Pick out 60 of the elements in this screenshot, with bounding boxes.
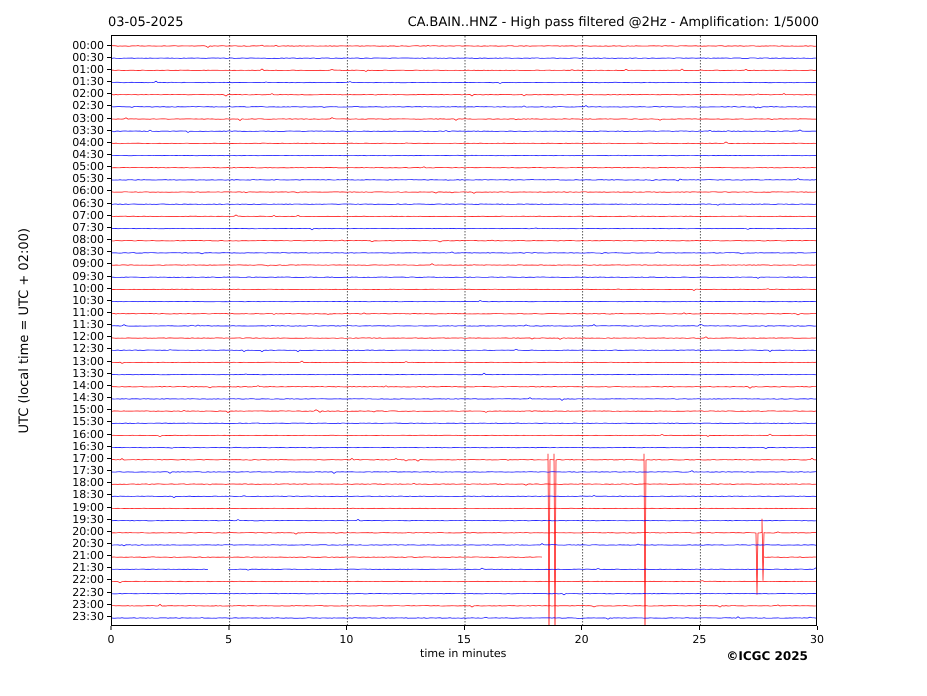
y-tick-label: 01:30: [72, 76, 104, 88]
y-tick-label: 15:00: [72, 404, 104, 416]
y-tick-label: 19:30: [72, 514, 104, 525]
y-tick-label: 20:00: [72, 526, 104, 537]
y-tick-label: 17:30: [72, 465, 104, 476]
y-tick-label: 00:00: [72, 40, 104, 51]
copyright-text: ©ICGC 2025: [726, 650, 808, 662]
y-tick-label: 12:30: [72, 343, 104, 354]
x-tick-label: 30: [810, 634, 824, 645]
x-tick-label: 15: [457, 634, 471, 645]
y-tick-label: 03:30: [72, 124, 104, 136]
y-tick-label: 14:30: [72, 392, 104, 404]
y-tick-label: 12:00: [72, 331, 104, 342]
y-tick-label: 13:00: [72, 356, 104, 367]
y-tick-label: 09:00: [72, 258, 104, 270]
x-axis-label: time in minutes: [420, 648, 506, 659]
y-tick-label: 08:00: [72, 234, 104, 246]
y-tick-label: 20:30: [72, 538, 104, 549]
x-tick-label: 10: [339, 634, 354, 645]
y-tick-label: 06:30: [72, 198, 104, 209]
y-tick-label: 18:00: [72, 477, 104, 488]
y-tick-label: 07:00: [72, 210, 104, 221]
y-tick-label: 02:30: [72, 100, 104, 112]
y-tick-label: 21:00: [72, 550, 104, 562]
y-tick-label: 07:30: [72, 222, 104, 233]
y-tick-label: 05:30: [72, 173, 104, 184]
y-tick-label: 14:00: [72, 380, 104, 391]
y-tick-label: 23:00: [72, 598, 104, 610]
y-tick-label: 02:00: [72, 88, 104, 100]
y-tick-label: 11:30: [72, 319, 104, 330]
x-tick-label: 5: [225, 634, 232, 645]
y-tick-label: 03:00: [72, 112, 104, 124]
y-tick-label: 22:00: [72, 574, 104, 586]
x-tick-label: 0: [108, 634, 114, 645]
y-tick-label: 06:00: [72, 185, 104, 196]
x-tick-label: 20: [574, 634, 589, 645]
chart-title: CA.BAIN..HNZ - High pass filtered @2Hz - Amplification: 1/5000: [408, 16, 819, 29]
y-tick-label: 08:30: [72, 246, 104, 258]
y-tick-label: 10:00: [72, 282, 104, 294]
y-tick-label: 10:30: [72, 294, 104, 306]
y-tick-label: 13:30: [72, 368, 104, 379]
y-tick-label: 15:30: [72, 416, 104, 428]
y-tick-label: 16:30: [72, 440, 104, 452]
y-axis-label: UTC (local time = UTC + 02:00): [16, 228, 34, 434]
y-tick-label: 21:30: [72, 562, 104, 574]
y-tick-label: 01:00: [72, 64, 104, 75]
y-tick-label: 09:30: [72, 270, 104, 282]
y-tick-label: 18:30: [72, 489, 104, 500]
date-title: 03-05-2025: [108, 16, 184, 29]
y-tick-label: 05:00: [72, 161, 104, 172]
y-tick-label: 23:30: [72, 610, 104, 622]
y-tick-label: 00:30: [72, 52, 104, 63]
y-tick-label: 19:00: [72, 502, 104, 513]
y-tick-label: 04:00: [72, 136, 104, 148]
x-tick-label: 25: [692, 634, 706, 645]
y-tick-label: 04:30: [72, 148, 104, 160]
y-tick-label: 11:00: [72, 307, 104, 318]
y-tick-label: 22:30: [72, 586, 104, 598]
y-tick-label: 17:00: [72, 452, 104, 464]
y-tick-label: 16:00: [72, 428, 104, 440]
